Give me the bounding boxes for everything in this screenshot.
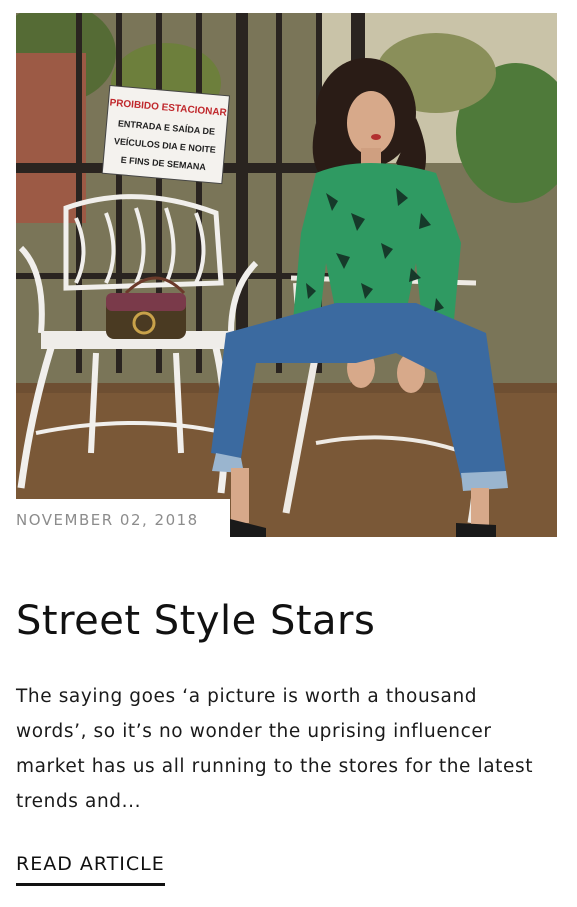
post-title[interactable]: Street Style Stars [16,598,375,644]
photo-illustration: PROIBIDO ESTACIONAR ENTRADA E SAÍDA DE V… [16,13,557,537]
post-excerpt: The saying goes ‘a picture is worth a th… [16,686,534,812]
article-photo[interactable]: PROIBIDO ESTACIONAR ENTRADA E SAÍDA DE V… [16,13,557,537]
post-date: NOVEMBER 02, 2018 [16,511,199,529]
post-date-tag: NOVEMBER 02, 2018 [16,499,230,537]
parking-sign: PROIBIDO ESTACIONAR ENTRADA E SAÍDA DE V… [101,84,230,185]
article-card: PROIBIDO ESTACIONAR ENTRADA E SAÍDA DE V… [0,0,577,907]
read-article-link[interactable]: READ ARTICLE [16,853,165,886]
